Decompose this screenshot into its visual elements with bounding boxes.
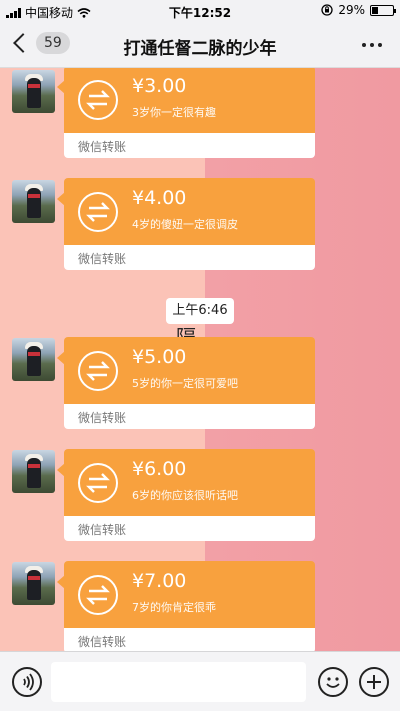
battery-icon (370, 4, 396, 16)
sender-avatar[interactable] (12, 180, 55, 223)
chat-title: 打通任督二脉的少年 (123, 39, 277, 59)
transfer-memo: 4岁的傻妞一定很调皮 (132, 218, 238, 231)
transfer-amount: ¥6.00 (132, 458, 187, 480)
transfer-label: 微信转账 (78, 140, 127, 154)
transfer-memo: 7岁的你肯定很乖 (132, 601, 216, 614)
plus-icon (367, 675, 381, 689)
transfer-label: 微信转账 (78, 252, 127, 266)
transfer-label: 微信转账 (78, 411, 127, 425)
emoji-button[interactable] (318, 667, 348, 697)
battery-percent: 29% (338, 3, 365, 17)
input-bar (0, 651, 400, 711)
transfer-message[interactable]: ¥5.00 5岁的你一定很可爱吧 微信转账 (57, 337, 315, 429)
chat-message-list[interactable]: ¥3.00 3岁你一定很有趣 微信转账 ¥4.00 4岁的傻妞一定很调皮 微信转… (0, 68, 400, 651)
status-right: 29% (321, 3, 396, 17)
emoji-icon (326, 677, 340, 688)
transfer-icon (78, 80, 118, 120)
transfer-amount: ¥7.00 (132, 570, 187, 592)
transfer-amount: ¥5.00 (132, 346, 187, 368)
transfer-message[interactable]: ¥4.00 4岁的傻妞一定很调皮 微信转账 (57, 178, 315, 270)
transfer-message[interactable]: ¥6.00 6岁的你应该很听话吧 微信转账 (57, 449, 315, 541)
transfer-amount: ¥3.00 (132, 75, 187, 97)
voice-button[interactable] (12, 667, 42, 697)
sender-avatar[interactable] (12, 450, 55, 493)
transfer-amount: ¥4.00 (132, 187, 187, 209)
more-options-button[interactable] (362, 43, 382, 47)
more-functions-button[interactable] (359, 667, 389, 697)
transfer-memo: 3岁你一定很有趣 (132, 106, 216, 119)
transfer-icon (78, 575, 118, 615)
voice-icon (23, 673, 34, 691)
transfer-icon (78, 192, 118, 232)
ellipsis-icon (362, 43, 366, 47)
transfer-label: 微信转账 (78, 635, 127, 649)
sender-avatar[interactable] (12, 562, 55, 605)
transfer-message[interactable]: ¥7.00 7岁的你肯定很乖 微信转账 (57, 561, 315, 651)
sender-avatar[interactable] (12, 70, 55, 113)
battery-level (372, 6, 378, 14)
transfer-message[interactable]: ¥3.00 3岁你一定很有趣 微信转账 (57, 68, 315, 158)
message-input[interactable] (51, 662, 306, 702)
transfer-label: 微信转账 (78, 523, 127, 537)
transfer-icon (78, 351, 118, 391)
chat-header: 59 打通任督二脉的少年 (0, 22, 400, 68)
status-bar: 中国移动 下午12:52 29% (0, 0, 400, 22)
transfer-memo: 6岁的你应该很听话吧 (132, 489, 238, 502)
transfer-icon (78, 463, 118, 503)
transfer-memo: 5岁的你一定很可爱吧 (132, 377, 238, 390)
sender-avatar[interactable] (12, 338, 55, 381)
orientation-lock-icon (321, 4, 333, 16)
